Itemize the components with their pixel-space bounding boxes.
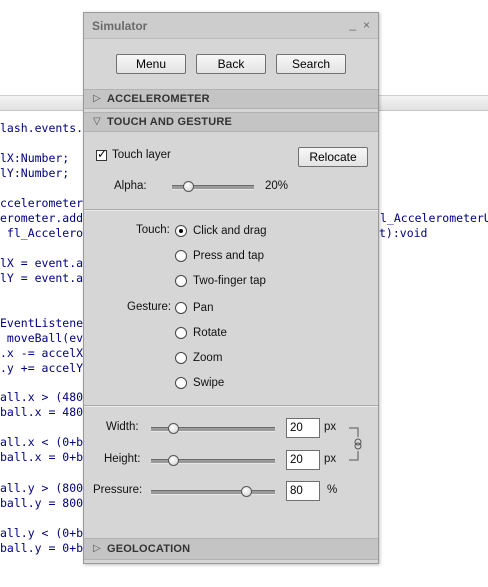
code-line: lY:Number; bbox=[0, 166, 70, 180]
pressure-slider-track[interactable] bbox=[151, 490, 275, 495]
panel-title: Simulator bbox=[92, 19, 148, 33]
code-line: lash.events. bbox=[0, 121, 84, 135]
option-zoom[interactable]: Zoom bbox=[193, 352, 222, 364]
code-line: all.x > (480 bbox=[0, 390, 84, 404]
chevron-right-icon: ▷ bbox=[93, 543, 101, 554]
chevron-down-icon: ▽ bbox=[93, 116, 101, 127]
simulator-titlebar[interactable]: Simulator _ × bbox=[84, 13, 378, 39]
code-line: all.y < (0+b bbox=[0, 526, 84, 540]
radio-press-and-tap[interactable] bbox=[175, 250, 187, 262]
code-line: ball.x = 480 bbox=[0, 405, 84, 419]
menu-button[interactable]: Menu bbox=[116, 54, 186, 74]
checkmark-icon: ✓ bbox=[97, 147, 108, 161]
divider bbox=[84, 209, 378, 211]
code-line: moveBall(ev bbox=[0, 331, 84, 345]
search-button[interactable]: Search bbox=[276, 54, 346, 74]
back-button[interactable]: Back bbox=[196, 54, 266, 74]
width-slider-thumb[interactable] bbox=[168, 423, 180, 434]
option-two-finger-tap[interactable]: Two-finger tap bbox=[193, 275, 266, 287]
code-line-right: l_AccelerometerU bbox=[380, 211, 488, 225]
radio-zoom[interactable] bbox=[175, 352, 187, 364]
section-accelerometer[interactable]: ▷ ACCELEROMETER bbox=[84, 89, 378, 109]
height-unit: px bbox=[324, 453, 337, 465]
width-label: Width: bbox=[106, 421, 139, 433]
divider bbox=[84, 405, 378, 407]
width-unit: px bbox=[324, 421, 337, 433]
code-line: lY = event.a bbox=[0, 271, 84, 285]
code-line: ball.y = 0+b bbox=[0, 541, 84, 555]
code-line: lX = event.a bbox=[0, 256, 84, 270]
code-line: fl_Accelero bbox=[0, 226, 84, 240]
pressure-input[interactable]: 80 bbox=[286, 481, 320, 501]
touch-layer-label: Touch layer bbox=[112, 149, 171, 161]
link-aspect-icon[interactable] bbox=[346, 426, 362, 462]
pressure-unit: % bbox=[327, 484, 338, 496]
code-line: EventListene bbox=[0, 316, 84, 330]
height-label: Height: bbox=[104, 453, 141, 465]
close-icon[interactable]: × bbox=[363, 18, 370, 32]
section-geolocation-label: GEOLOCATION bbox=[107, 543, 191, 555]
chevron-right-icon: ▷ bbox=[93, 93, 101, 104]
minimize-icon[interactable]: _ bbox=[349, 17, 356, 31]
code-line: lX:Number; bbox=[0, 151, 70, 165]
option-rotate[interactable]: Rotate bbox=[193, 327, 227, 339]
code-line: all.x < (0+b bbox=[0, 435, 84, 449]
code-line: ccelerometer bbox=[0, 196, 84, 210]
code-line-right: t):void bbox=[379, 226, 428, 240]
height-input[interactable]: 20 bbox=[286, 450, 320, 470]
alpha-label: Alpha: bbox=[114, 180, 147, 192]
radio-two-finger-tap[interactable] bbox=[175, 275, 187, 287]
gesture-label: Gesture: bbox=[127, 301, 172, 313]
radio-pan[interactable] bbox=[175, 302, 187, 314]
touch-label: Touch: bbox=[136, 224, 170, 236]
code-line: .x -= accelX bbox=[0, 346, 84, 360]
radio-rotate[interactable] bbox=[175, 327, 187, 339]
code-line: all.y > (800 bbox=[0, 481, 84, 495]
height-slider-thumb[interactable] bbox=[168, 455, 180, 466]
option-swipe[interactable]: Swipe bbox=[193, 377, 224, 389]
width-input[interactable]: 20 bbox=[286, 418, 320, 438]
code-line: erometer.add bbox=[0, 211, 84, 225]
code-line: ball.y = 800- bbox=[0, 496, 91, 510]
option-pan[interactable]: Pan bbox=[193, 302, 213, 314]
code-line: ball.x = 0+b bbox=[0, 450, 84, 464]
alpha-value: 20% bbox=[265, 180, 289, 192]
radio-click-and-drag[interactable] bbox=[175, 225, 187, 237]
option-click-and-drag[interactable]: Click and drag bbox=[193, 225, 267, 237]
option-press-and-tap[interactable]: Press and tap bbox=[193, 250, 264, 262]
section-accelerometer-label: ACCELEROMETER bbox=[107, 93, 210, 105]
radio-swipe[interactable] bbox=[175, 377, 187, 389]
pressure-label: Pressure: bbox=[93, 484, 143, 496]
relocate-button[interactable]: Relocate bbox=[298, 147, 368, 167]
code-line: .y += accelY bbox=[0, 361, 84, 375]
alpha-slider-thumb[interactable] bbox=[183, 181, 195, 192]
section-touch-label: TOUCH AND GESTURE bbox=[107, 116, 233, 128]
pressure-slider-thumb[interactable] bbox=[241, 486, 253, 497]
touch-layer-checkbox[interactable]: ✓ bbox=[96, 147, 108, 161]
simulator-panel: Simulator _ × Menu Back Search ▷ ACCELER… bbox=[83, 12, 379, 564]
section-geolocation[interactable]: ▷ GEOLOCATION bbox=[84, 538, 378, 560]
section-touch-and-gesture[interactable]: ▽ TOUCH AND GESTURE bbox=[84, 112, 378, 132]
